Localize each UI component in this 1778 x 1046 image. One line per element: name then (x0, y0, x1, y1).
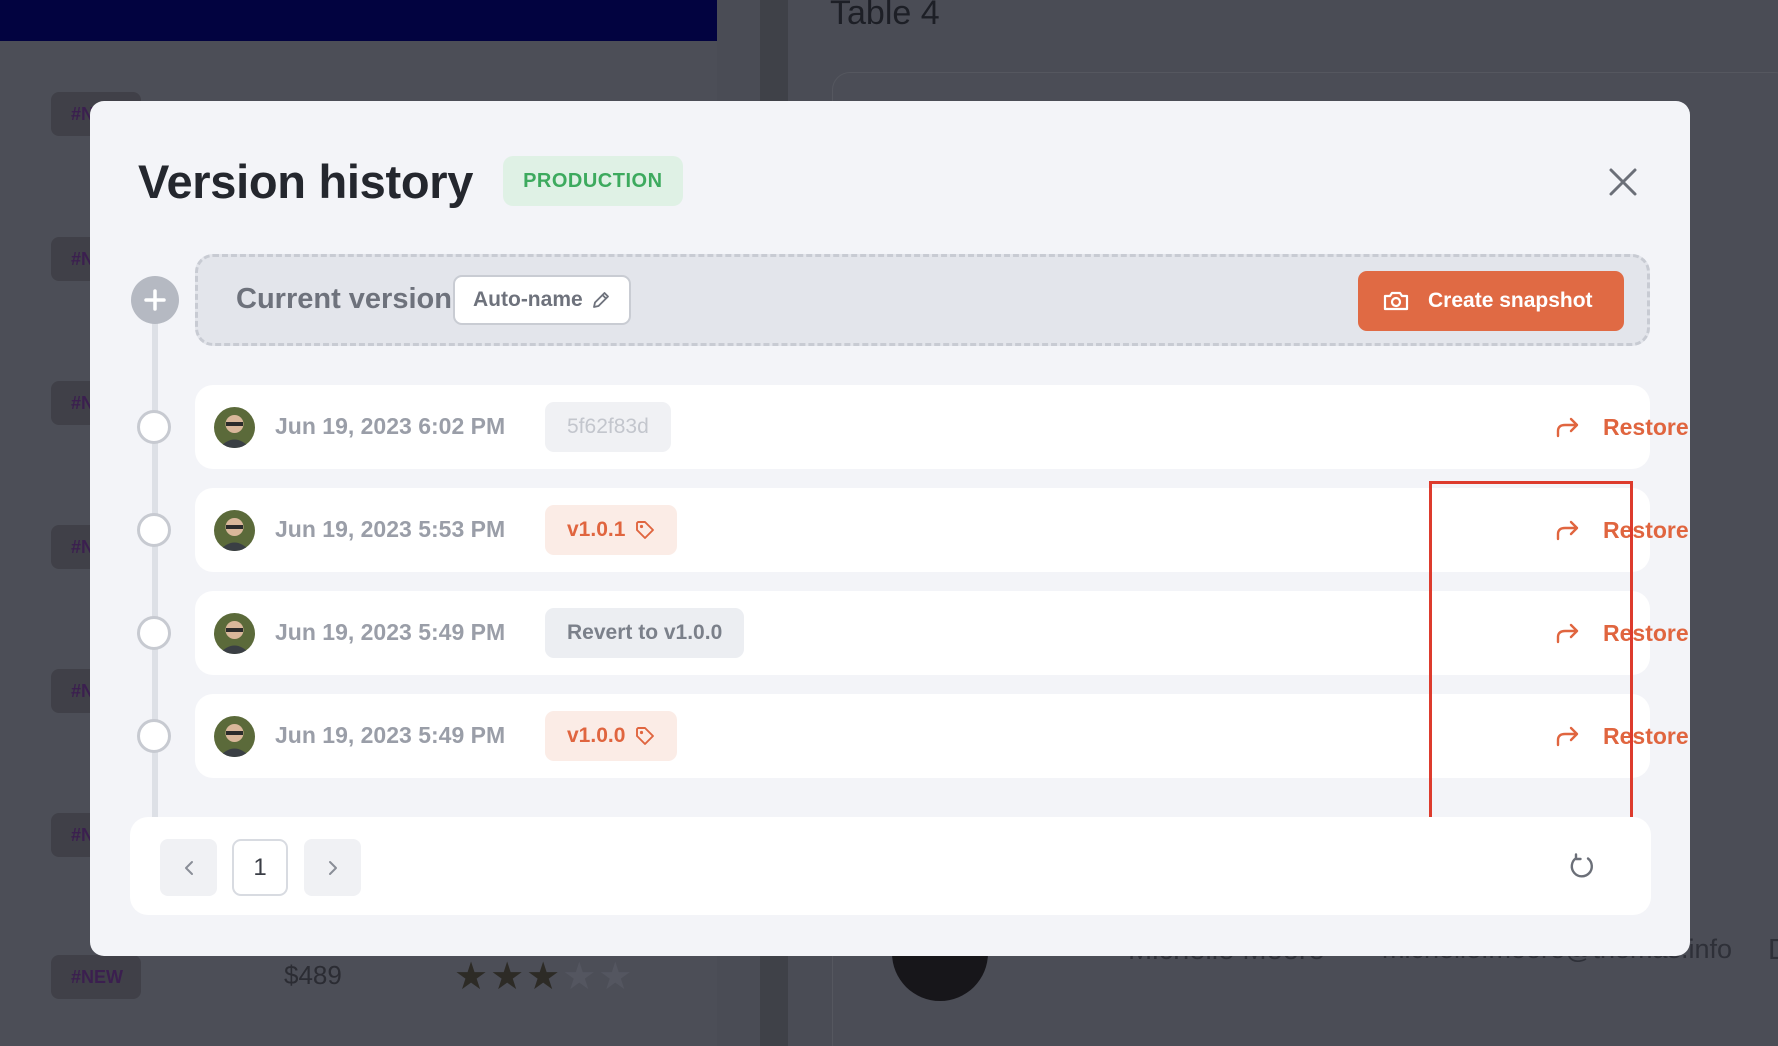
avatar (214, 510, 255, 551)
create-snapshot-button[interactable]: Create snapshot (1358, 271, 1624, 331)
avatar (214, 716, 255, 757)
refresh-button[interactable] (1562, 847, 1602, 887)
chip-label: 5f62f83d (567, 415, 649, 438)
modal-header: Version history PRODUCTION (138, 153, 683, 209)
refresh-icon (1570, 853, 1593, 878)
background-rating-stars: ★★★★★ (454, 956, 635, 998)
chip-label: v1.0.0 (567, 724, 626, 747)
tag-icon (636, 521, 655, 539)
avatar (214, 613, 255, 654)
close-icon (1609, 168, 1637, 196)
version-timestamp: Jun 19, 2023 5:49 PM (275, 619, 506, 645)
chip-label: Revert to v1.0.0 (567, 621, 723, 644)
timeline-node (137, 616, 171, 650)
restore-button[interactable]: Restore (1555, 407, 1689, 447)
create-snapshot-label: Create snapshot (1428, 289, 1593, 312)
auto-name-button[interactable]: Auto-name (453, 275, 631, 325)
background-tag-new: #NEW (51, 955, 141, 999)
pagination-footer: 1 (130, 817, 1651, 915)
next-page-button[interactable] (304, 839, 361, 896)
environment-badge: PRODUCTION (503, 156, 683, 206)
background-top-bar (0, 0, 717, 41)
timeline-node (137, 410, 171, 444)
close-button[interactable] (1595, 154, 1651, 210)
background-edge-letter: D (1768, 934, 1778, 967)
tag-icon (636, 727, 655, 745)
timeline-node (137, 513, 171, 547)
auto-name-label: Auto-name (473, 288, 583, 311)
background-price: $489 (284, 960, 342, 990)
pencil-icon (592, 292, 609, 308)
add-version-node[interactable] (131, 276, 179, 324)
timeline-node (137, 719, 171, 753)
version-row: Jun 19, 2023 6:02 PM 5f62f83d Restore (195, 385, 1689, 469)
modal-title: Version history (138, 154, 474, 208)
background-table-title: Table 4 (830, 0, 940, 32)
page-number-current[interactable]: 1 (232, 839, 288, 896)
version-timestamp: Jun 19, 2023 6:02 PM (275, 413, 506, 439)
version-tag-chip: v1.0.1 (545, 505, 678, 555)
version-timestamp: Jun 19, 2023 5:49 PM (275, 722, 506, 748)
version-history-modal: Version history PRODUCTION Current versi… (90, 101, 1690, 956)
version-timestamp: Jun 19, 2023 5:53 PM (275, 516, 506, 542)
chip-label: v1.0.1 (567, 518, 626, 541)
version-revert-chip: Revert to v1.0.0 (545, 608, 745, 658)
version-tag-chip: v1.0.0 (545, 711, 678, 761)
previous-page-button[interactable] (160, 839, 217, 896)
camera-icon (1383, 291, 1409, 311)
chevron-left-icon (184, 860, 193, 875)
version-hash-chip: 5f62f83d (545, 402, 671, 452)
restore-label: Restore (1603, 413, 1689, 440)
avatar (214, 407, 255, 448)
chevron-right-icon (328, 860, 337, 875)
share-arrow-icon (1556, 417, 1579, 438)
current-version-label: Current version (236, 283, 452, 315)
current-version-bar: Current version Auto-name Create snapsho… (195, 254, 1650, 346)
plus-icon (144, 289, 166, 311)
